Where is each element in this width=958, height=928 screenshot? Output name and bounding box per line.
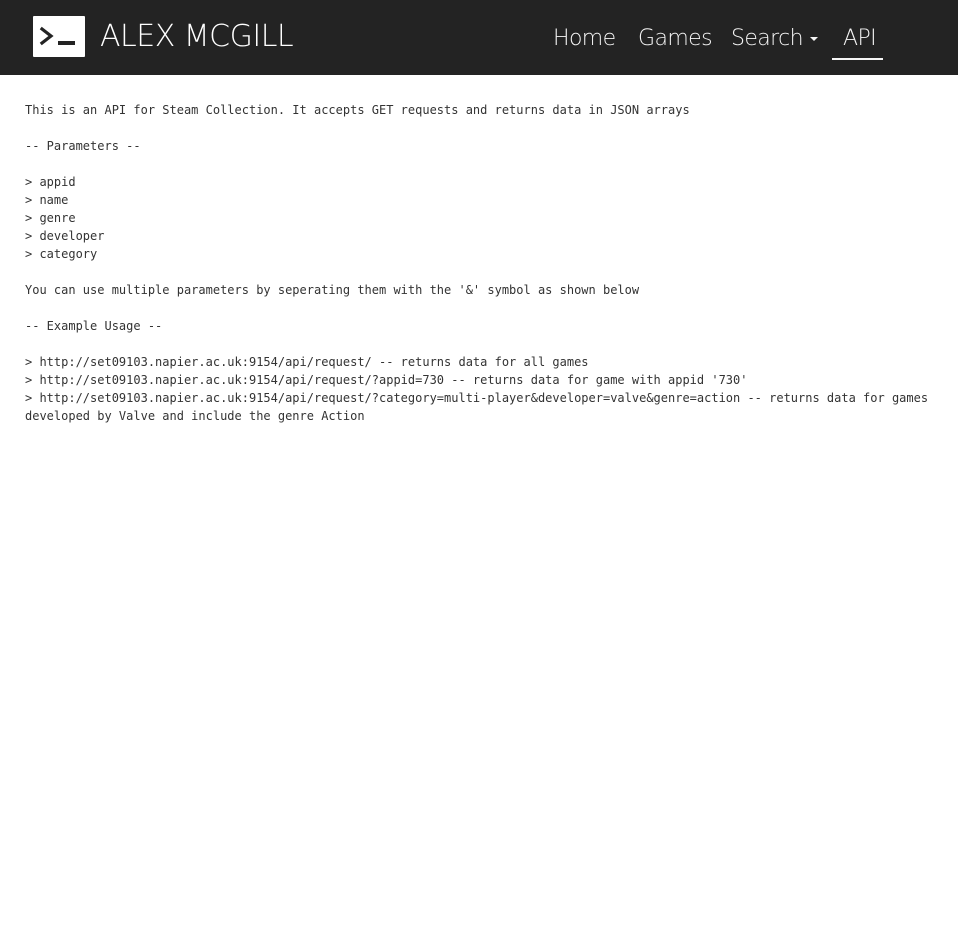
nav-search-label: Search <box>731 26 804 51</box>
nav-home-link[interactable]: Home <box>553 21 616 57</box>
active-nav-indicator <box>832 58 883 60</box>
intro-text: This is an API for Steam Collection. It … <box>25 103 690 117</box>
parameter-item: > developer <box>25 229 105 243</box>
multi-parameter-note: You can use multiple parameters by seper… <box>25 283 640 297</box>
api-documentation: This is an API for Steam Collection. It … <box>25 101 945 425</box>
example-item: > http://set09103.napier.ac.uk:9154/api/… <box>25 391 936 423</box>
nav-games-link[interactable]: Games <box>638 21 713 57</box>
nav-api-link[interactable]: API <box>843 21 877 57</box>
parameter-item: > name <box>25 193 69 207</box>
parameter-item: > genre <box>25 211 76 225</box>
caret-down-icon <box>809 37 818 41</box>
parameter-item: > category <box>25 247 98 261</box>
example-item: > http://set09103.napier.ac.uk:9154/api/… <box>25 373 748 387</box>
site-brand[interactable]: ALEX MCGILL <box>100 17 294 57</box>
terminal-icon[interactable] <box>33 16 85 57</box>
example-usage-heading: -- Example Usage -- <box>25 319 163 333</box>
example-item: > http://set09103.napier.ac.uk:9154/api/… <box>25 355 589 369</box>
parameters-heading: -- Parameters -- <box>25 139 141 153</box>
nav-search-dropdown[interactable]: Search <box>731 21 818 57</box>
navbar: ALEX MCGILL Home Games Search API <box>0 0 958 75</box>
parameter-item: > appid <box>25 175 76 189</box>
